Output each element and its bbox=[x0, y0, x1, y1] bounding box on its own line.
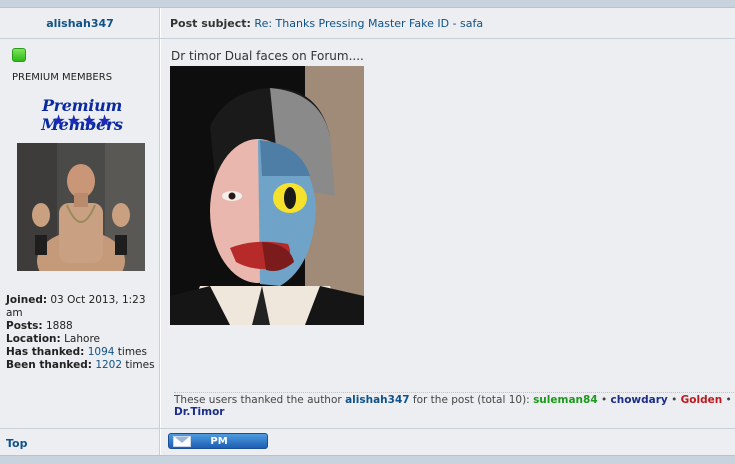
thanks-user-link[interactable]: chowdary bbox=[611, 394, 668, 406]
rank-stars-icon: ★★★★ bbox=[51, 111, 113, 130]
posts-row: Posts: 1888 bbox=[6, 320, 73, 332]
post-content-text: Dr timor Dual faces on Forum.... bbox=[171, 49, 364, 63]
two-face-photo bbox=[170, 66, 364, 325]
post-footer-row bbox=[0, 428, 735, 455]
has-thanked-link[interactable]: 1094 bbox=[88, 346, 115, 358]
location-row: Location: Lahore bbox=[6, 333, 100, 345]
thanks-list: These users thanked the author alishah34… bbox=[174, 392, 734, 418]
profile-details: Joined: 03 Oct 2013, 1:23 am Posts: 1888… bbox=[6, 294, 156, 372]
online-status-icon bbox=[12, 48, 26, 62]
private-message-button[interactable]: PM bbox=[168, 433, 268, 449]
joined-row: Joined: 03 Oct 2013, 1:23 am bbox=[6, 294, 146, 319]
post-author-link[interactable]: alishah347 bbox=[0, 17, 160, 30]
bottom-divider bbox=[0, 455, 735, 464]
has-thanked-row: Has thanked: 1094 times bbox=[6, 346, 147, 358]
avatar-image bbox=[17, 143, 145, 271]
thanks-user-link[interactable]: suleman84 bbox=[533, 394, 598, 406]
thanks-author-link[interactable]: alishah347 bbox=[345, 394, 410, 406]
been-thanked-link[interactable]: 1202 bbox=[95, 359, 122, 371]
post-subject: Post subject: Re: Thanks Pressing Master… bbox=[170, 17, 483, 30]
post-subject-label: Post subject: bbox=[170, 17, 251, 30]
rank-label: PREMIUM MEMBERS bbox=[12, 72, 113, 83]
top-divider bbox=[0, 0, 735, 8]
avatar[interactable] bbox=[17, 143, 145, 271]
pm-button-label: PM bbox=[210, 436, 228, 447]
post-subject-link[interactable]: Re: Thanks Pressing Master Fake ID - saf… bbox=[254, 17, 483, 30]
post-image bbox=[170, 66, 364, 325]
back-to-top-link[interactable]: Top bbox=[6, 437, 27, 450]
posts-count-link[interactable]: 1888 bbox=[46, 320, 73, 332]
been-thanked-row: Been thanked: 1202 times bbox=[6, 359, 155, 371]
thanks-user-link[interactable]: Dr.Timor bbox=[174, 406, 224, 418]
thanks-user-link[interactable]: Golden bbox=[681, 394, 723, 406]
